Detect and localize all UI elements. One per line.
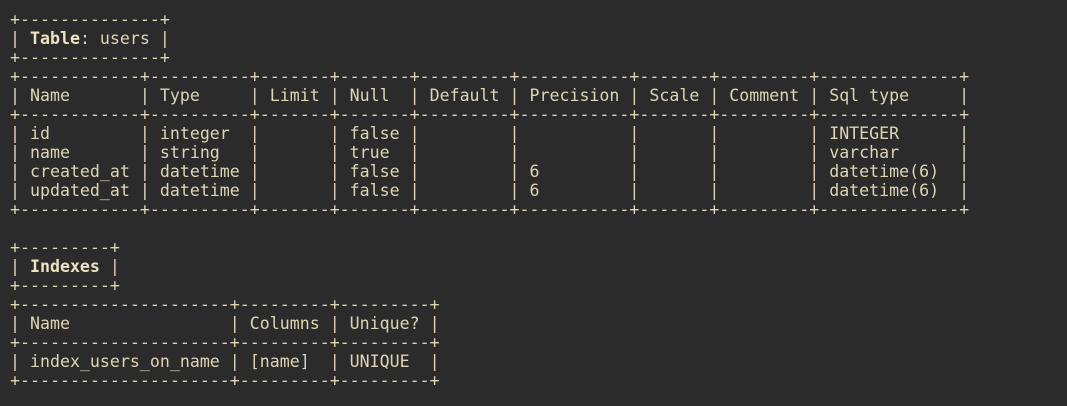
- columns-table-row: | created_at | datetime | | false | | 6 …: [10, 162, 970, 181]
- terminal-output: +--------------+ | Table: users | +-----…: [0, 0, 1067, 406]
- columns-table-header: | Name | Type | Limit | Null | Default |…: [10, 86, 970, 105]
- indexes-title-label: Indexes: [29, 257, 100, 276]
- table-title-border-bottom: +--------------+: [10, 48, 170, 67]
- indexes-title-prefix: |: [10, 257, 30, 276]
- columns-table-row: | updated_at | datetime | | false | | 6 …: [10, 181, 970, 200]
- indexes-table-row: | index_users_on_name | [name] | UNIQUE …: [10, 352, 440, 371]
- columns-table-row: | id | integer | | false | | | | | INTEG…: [10, 124, 970, 143]
- indexes-title-suffix: |: [99, 257, 120, 276]
- indexes-table-border-bottom: +---------------------+---------+-------…: [10, 371, 440, 390]
- indexes-table-border-mid: +---------------------+---------+-------…: [10, 333, 440, 352]
- columns-table-border-bottom: +------------+----------+-------+-------…: [10, 200, 970, 219]
- table-title-prefix: |: [10, 29, 30, 48]
- columns-table-row: | name | string | | true | | | | | varch…: [10, 143, 970, 162]
- table-title-label: Table: [29, 29, 80, 48]
- indexes-table-border-top: +---------------------+---------+-------…: [10, 295, 440, 314]
- table-title-border-top: +--------------+: [10, 10, 170, 29]
- indexes-title-border-bottom: +---------+: [10, 276, 120, 295]
- indexes-table-header: | Name | Columns | Unique? |: [10, 314, 440, 333]
- table-title-suffix: : users |: [79, 29, 170, 48]
- indexes-title-border-top: +---------+: [10, 238, 120, 257]
- indexes-title: | Indexes |: [10, 257, 1067, 276]
- columns-table-border-top: +------------+----------+-------+-------…: [10, 67, 970, 86]
- table-title: | Table: users |: [10, 29, 1067, 48]
- columns-table-border-mid: +------------+----------+-------+-------…: [10, 105, 970, 124]
